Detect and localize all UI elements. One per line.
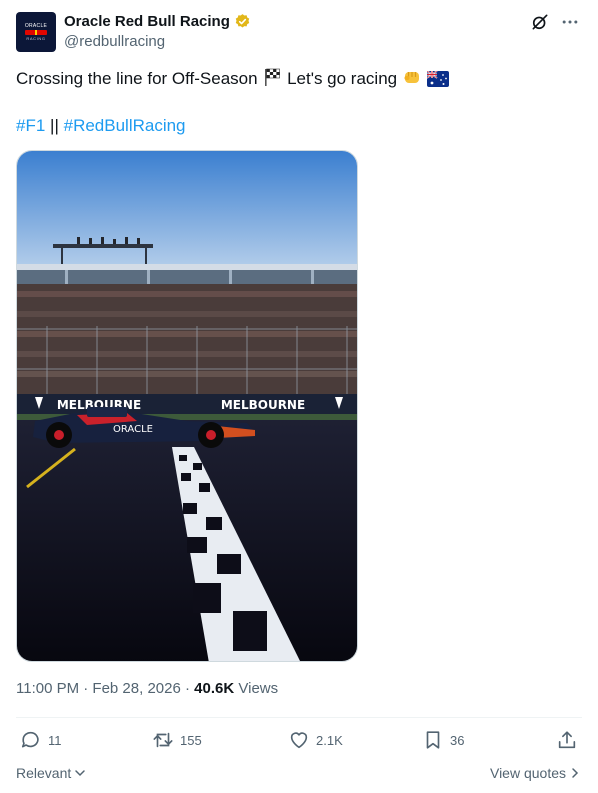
melbourne-banner-right: MELBOURNE <box>221 398 305 412</box>
australia-flag-icon <box>426 71 449 87</box>
author-handle[interactable]: @redbullracing <box>64 33 165 50</box>
tweet-actions-bar: 11 155 2.1K 36 <box>16 729 582 755</box>
view-quotes-label: View quotes <box>489 765 566 781</box>
chevron-down-icon <box>75 770 86 777</box>
grok-icon <box>532 14 548 30</box>
more-dots-icon <box>562 20 578 24</box>
tweet-hashtags: #F1 || #RedBullRacing <box>16 115 186 137</box>
tweet-top-actions <box>530 12 580 32</box>
views-label: Views <box>238 680 279 697</box>
tweet-text: Crossing the line for Off-Season Let's g… <box>16 67 449 90</box>
share-button[interactable] <box>556 729 578 751</box>
heart-icon <box>290 732 308 749</box>
author-name-row: Oracle Red Bull Racing <box>64 13 251 30</box>
grok-button[interactable] <box>530 12 550 32</box>
chevron-right-icon <box>572 768 579 778</box>
avatar-logo-subtext: RACING <box>26 36 46 41</box>
action-divider <box>16 717 582 718</box>
reply-button[interactable]: 11 <box>20 729 62 751</box>
chequered-flag-icon <box>265 68 281 86</box>
repost-count: 155 <box>180 732 202 748</box>
like-button[interactable]: 2.1K <box>288 729 343 751</box>
tweet-meta: 11:00 PM · Feb 28, 2026 · 40.6K Views <box>16 680 278 697</box>
reply-icon <box>21 731 39 748</box>
hashtag-link-f1[interactable]: #F1 <box>16 116 45 135</box>
tweet-text-part1: Crossing the line for Off-Season <box>16 69 258 88</box>
avatar-logo-text: ORACLE <box>24 23 48 29</box>
views-count: 40.6K <box>194 680 235 697</box>
hashtag-separator: || <box>50 116 59 135</box>
reply-count: 11 <box>48 732 62 748</box>
more-options-button[interactable] <box>560 12 580 32</box>
like-count: 2.1K <box>316 732 343 748</box>
hashtag-link-redbullracing[interactable]: #RedBullRacing <box>64 116 186 135</box>
tweet-timestamp[interactable]: 11:00 PM · Feb 28, 2026 · <box>16 680 190 697</box>
bookmark-icon <box>426 731 440 749</box>
view-quotes-link[interactable]: View quotes <box>490 765 580 781</box>
repost-button[interactable]: 155 <box>152 729 202 751</box>
reply-sort-label: Relevant <box>16 765 72 781</box>
reply-sort-dropdown[interactable]: Relevant <box>16 765 86 781</box>
tweet-media-image[interactable]: MELBOURNE MELBOURNE ORACLE <box>16 150 358 662</box>
avatar[interactable]: ORACLE RACING <box>16 12 56 52</box>
repost-icon <box>153 732 173 748</box>
race-photo: MELBOURNE MELBOURNE ORACLE <box>17 151 357 661</box>
fist-icon <box>404 72 419 83</box>
tweet-text-part2: Let's go racing <box>287 69 398 88</box>
bookmark-count: 36 <box>450 732 465 748</box>
car-sponsor-text: ORACLE <box>113 424 153 435</box>
bookmark-button[interactable]: 36 <box>422 729 464 751</box>
share-icon <box>558 731 576 749</box>
verified-badge-icon <box>235 14 250 28</box>
author-display-name[interactable]: Oracle Red Bull Racing <box>64 13 230 30</box>
avatar-logo-stripe <box>25 30 47 35</box>
